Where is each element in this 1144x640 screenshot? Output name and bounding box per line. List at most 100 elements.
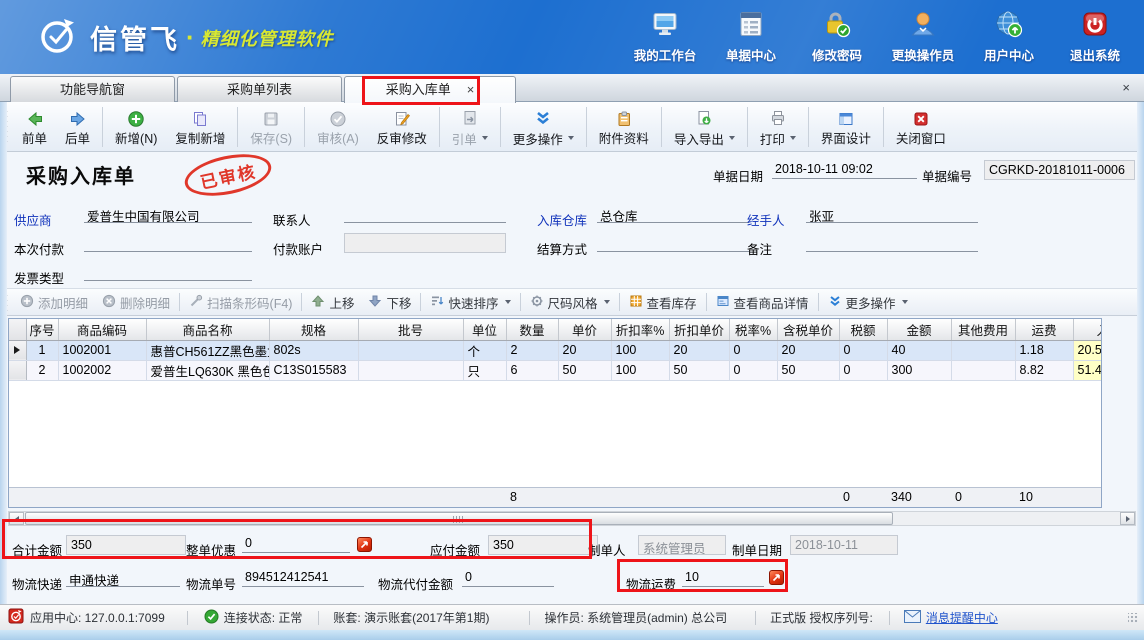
arrow-right-icon: [69, 108, 87, 128]
col-header[interactable]: 商品编码: [58, 319, 146, 340]
courier-field[interactable]: 申通快递: [66, 569, 180, 587]
delete-row-button[interactable]: 删除明细: [95, 293, 177, 312]
detail-form-icon: [716, 294, 730, 311]
nav-switch-operator[interactable]: 更换操作员: [890, 9, 956, 64]
save-button[interactable]: 保存(S): [241, 105, 301, 149]
arrow-left-icon: [26, 108, 44, 128]
move-up-button[interactable]: 上移: [304, 293, 361, 312]
message-center-link[interactable]: 消息提醒中心: [926, 609, 998, 626]
table-row[interactable]: 1 1002001 惠普CH561ZZ黑色墨盒 802s 个 2 20 100 …: [9, 340, 1102, 360]
remark-field[interactable]: [806, 234, 978, 252]
payment-label: 本次付款: [14, 239, 64, 258]
monitor-icon: [650, 9, 680, 42]
discount-label: 整单优惠: [186, 540, 236, 559]
next-doc-button[interactable]: 后单: [56, 105, 99, 149]
dropdown-caret-icon: [790, 136, 796, 140]
copy-new-button[interactable]: 复制新增: [166, 105, 234, 149]
dropdown-caret-icon: [604, 300, 610, 304]
scrollbar-thumb[interactable]: [25, 512, 893, 525]
dropdown-caret-icon: [729, 136, 735, 140]
cod-amount-field[interactable]: 0: [462, 569, 554, 587]
audited-stamp: 已审核: [181, 147, 275, 202]
nav-my-workspace[interactable]: 我的工作台: [632, 9, 698, 64]
col-header[interactable]: 运费: [1015, 319, 1073, 340]
nav-document-center[interactable]: 单据中心: [718, 9, 784, 64]
pull-doc-button[interactable]: 引单: [443, 104, 497, 150]
quick-sort-button[interactable]: 快速排序: [423, 293, 517, 312]
doc-date-field[interactable]: 2018-10-11 09:02: [772, 161, 917, 179]
col-header[interactable]: 序号: [26, 319, 58, 340]
double-chevron-down-icon: [828, 294, 842, 311]
tabstrip-close-icon[interactable]: ×: [1122, 80, 1130, 95]
supplier-field[interactable]: 爱普生中国有限公司: [84, 205, 252, 223]
attachments-button[interactable]: 附件资料: [590, 105, 658, 149]
settle-field[interactable]: [597, 234, 749, 252]
payment-field[interactable]: [84, 234, 252, 252]
import-export-icon: [695, 107, 713, 127]
tab-purchase-list[interactable]: 采购单列表: [177, 76, 342, 102]
horizontal-scrollbar[interactable]: [8, 511, 1136, 526]
connection-status: 连接状态: 正常: [224, 609, 303, 626]
nav-change-password[interactable]: 修改密码: [804, 9, 870, 64]
col-header[interactable]: 商品名称: [146, 319, 269, 340]
tab-close-icon[interactable]: ×: [467, 82, 475, 97]
freight-apply-button[interactable]: [769, 570, 784, 585]
discount-field[interactable]: 0: [242, 535, 350, 553]
col-header[interactable]: 单价: [558, 319, 611, 340]
col-header[interactable]: 其他费用: [951, 319, 1015, 340]
col-header[interactable]: 税额: [839, 319, 887, 340]
add-row-button[interactable]: 添加明细: [13, 293, 95, 312]
lock-icon: [822, 9, 852, 42]
nav-exit-system[interactable]: 退出系统: [1062, 9, 1128, 64]
import-export-button[interactable]: 导入导出: [665, 104, 744, 150]
col-header[interactable]: 规格: [269, 319, 358, 340]
warehouse-field[interactable]: 总仓库: [597, 205, 749, 223]
col-header[interactable]: 批号: [358, 319, 463, 340]
prev-doc-button[interactable]: 前单: [13, 105, 56, 149]
tracking-no-field[interactable]: 894512412541: [242, 569, 364, 587]
scroll-right-button[interactable]: [1120, 512, 1135, 525]
invoice-type-field[interactable]: [84, 263, 252, 281]
audit-button[interactable]: 审核(A): [308, 105, 368, 149]
app-center-status: 应用中心: 127.0.0.1:7099: [30, 609, 165, 626]
doc-date-label: 单据日期: [713, 166, 763, 185]
tab-purchase-inbound[interactable]: 采购入库单×: [344, 76, 516, 103]
move-down-button[interactable]: 下移: [361, 293, 418, 312]
handler-field[interactable]: 张亚: [806, 205, 978, 223]
col-header[interactable]: 含税单价: [777, 319, 839, 340]
contact-field[interactable]: [344, 205, 506, 223]
col-header[interactable]: 数量: [506, 319, 558, 340]
print-button[interactable]: 打印: [751, 104, 805, 150]
tab-function-nav[interactable]: 功能导航窗: [10, 76, 175, 102]
close-window-button[interactable]: 关闭窗口: [887, 105, 955, 149]
col-header[interactable]: 税率%: [729, 319, 777, 340]
unaudit-button[interactable]: 反审修改: [368, 105, 436, 149]
grid-more-actions-button[interactable]: 更多操作: [821, 293, 915, 312]
nav-user-center[interactable]: 用户中心: [976, 9, 1042, 64]
col-header[interactable]: 入库: [1073, 319, 1102, 340]
table-row[interactable]: 2 1002002 爱普生LQ630K 黑色色 C13S015583 只 6 5…: [9, 360, 1102, 380]
scroll-left-button[interactable]: [9, 512, 24, 525]
account-set-status: 账套: 演示账套(2017年第1期): [333, 609, 489, 626]
add-circle-icon: [127, 108, 145, 128]
printer-icon: [769, 107, 787, 127]
col-header[interactable]: 金额: [887, 319, 951, 340]
new-button[interactable]: 新增(N): [106, 105, 166, 149]
col-header[interactable]: 折扣单价: [669, 319, 729, 340]
brand: 信管飞 · 精细化管理软件: [34, 12, 334, 63]
ui-design-button[interactable]: 界面设计: [812, 105, 880, 149]
freight-field[interactable]: 10: [682, 569, 764, 587]
discount-apply-button[interactable]: [357, 537, 372, 552]
scan-barcode-button[interactable]: 扫描条形码(F4): [182, 293, 299, 312]
view-stock-button[interactable]: 查看库存: [622, 293, 704, 312]
col-header[interactable]: 折扣率%: [611, 319, 669, 340]
doc-no-label: 单据编号: [922, 166, 972, 185]
close-red-icon: [912, 108, 930, 128]
more-actions-button[interactable]: 更多操作: [504, 104, 583, 150]
view-product-detail-button[interactable]: 查看商品详情: [709, 293, 816, 312]
tab-strip: 功能导航窗 采购单列表 采购入库单× ×: [0, 74, 1144, 102]
status-bar: 应用中心: 127.0.0.1:7099 连接状态: 正常 账套: 演示账套(2…: [0, 604, 1144, 630]
size-style-button[interactable]: 尺码风格: [523, 293, 617, 312]
col-header[interactable]: 单位: [463, 319, 506, 340]
grid-toolbar: 添加明细 删除明细 扫描条形码(F4) 上移 下移 快速排序 尺码风格 查看库存…: [0, 288, 1144, 316]
